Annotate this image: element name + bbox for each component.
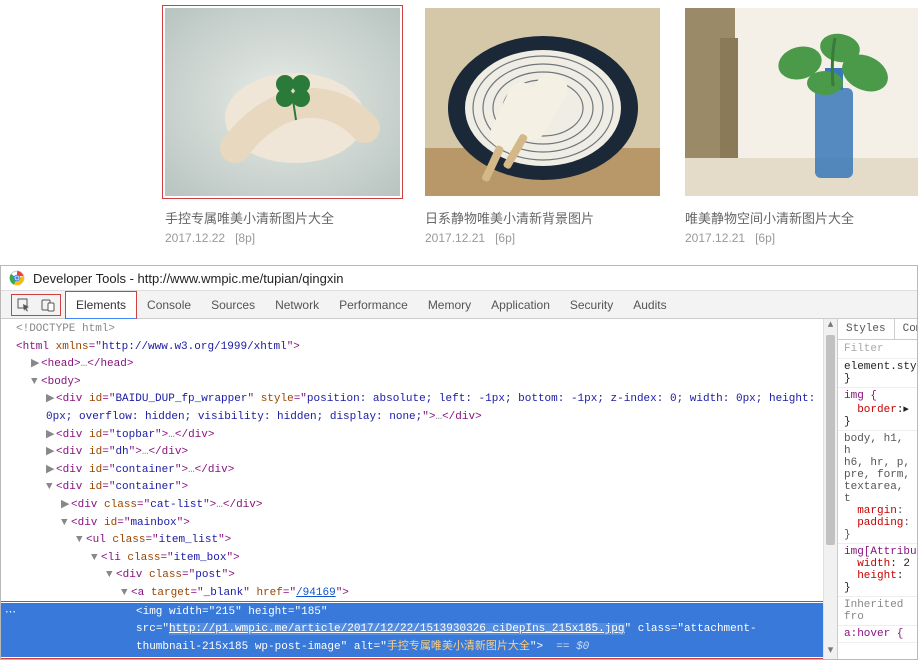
style-rule[interactable]: img[Attribu width: 2 height:}	[838, 544, 917, 597]
devtools-window: Developer Tools - http://www.wmpic.me/tu…	[0, 265, 918, 660]
device-icon	[41, 298, 55, 312]
inspect-element-button[interactable]	[12, 295, 36, 315]
tab-audits[interactable]: Audits	[623, 292, 676, 318]
devtools-body: <!DOCTYPE html> <html xmlns="http://www.…	[1, 319, 917, 659]
dom-html[interactable]: <html xmlns="http://www.w3.org/1999/xhtm…	[1, 339, 837, 357]
devtools-titlebar[interactable]: Developer Tools - http://www.wmpic.me/tu…	[1, 266, 917, 291]
gallery-caption: 日系静物唯美小清新背景图片 2017.12.21 [6p]	[425, 208, 660, 245]
tab-network[interactable]: Network	[265, 292, 329, 318]
gallery-thumb[interactable]	[165, 8, 400, 196]
styles-filter[interactable]: Filter	[838, 340, 917, 359]
gallery-thumb[interactable]	[425, 8, 660, 196]
dom-baidu-div[interactable]: ▶<div id="BAIDU_DUP_fp_wrapper" style="p…	[1, 391, 837, 426]
dom-body[interactable]: ▼<body>	[1, 374, 837, 392]
gallery-meta: 2017.12.22 [8p]	[165, 231, 400, 245]
dom-anchor-close[interactable]: </a>	[1, 657, 837, 659]
dom-head[interactable]: ▶<head>…</head>	[1, 356, 837, 374]
dom-catlist[interactable]: ▶<div class="cat-list">…</div>	[1, 497, 837, 515]
elements-tree[interactable]: <!DOCTYPE html> <html xmlns="http://www.…	[1, 319, 837, 659]
gallery-title[interactable]: 手控专属唯美小清新图片大全	[165, 208, 400, 227]
dom-anchor[interactable]: ▼<a target="_blank" href="/94169">	[1, 585, 837, 603]
image-gallery: 手控专属唯美小清新图片大全 2017.12.22 [8p]	[0, 0, 918, 265]
gallery-caption: 手控专属唯美小清新图片大全 2017.12.22 [8p]	[165, 208, 400, 245]
dom-img-selected[interactable]: ⋯ <img width="215" height="185" src="htt…	[1, 603, 837, 658]
tab-security[interactable]: Security	[560, 292, 623, 318]
dom-itembox[interactable]: ▼<li class="item_box">	[1, 550, 837, 568]
gallery-title[interactable]: 日系静物唯美小清新背景图片	[425, 208, 660, 227]
styles-tab-styles[interactable]: Styles	[838, 319, 895, 339]
inspect-cursor-icon	[17, 298, 31, 312]
style-rule[interactable]: a:hover {	[838, 626, 917, 643]
plant-bottle-image	[685, 8, 918, 196]
style-rule[interactable]: body, h1, h h6, hr, p, pre, form, textar…	[838, 431, 917, 544]
tab-console[interactable]: Console	[137, 292, 201, 318]
tab-elements[interactable]: Elements	[65, 291, 137, 320]
dom-itemlist[interactable]: ▼<ul class="item_list">	[1, 532, 837, 550]
gallery-item-2[interactable]: 日系静物唯美小清新背景图片 2017.12.21 [6p]	[425, 8, 660, 245]
clover-hand-image	[165, 8, 400, 196]
overflow-indicator: ⋯	[1, 605, 20, 623]
chrome-icon	[9, 270, 25, 286]
gallery-caption: 唯美静物空间小清新图片大全 2017.12.21 [6p]	[685, 208, 918, 245]
devtools-tabbar: Elements Console Sources Network Perform…	[1, 291, 917, 319]
scroll-thumb[interactable]	[826, 335, 835, 545]
devtools-title-text: Developer Tools - http://www.wmpic.me/tu…	[33, 271, 343, 286]
tab-sources[interactable]: Sources	[201, 292, 265, 318]
device-toggle-button[interactable]	[36, 295, 60, 315]
style-rule[interactable]: img { border:▸}	[838, 388, 917, 431]
tab-application[interactable]: Application	[481, 292, 560, 318]
tab-memory[interactable]: Memory	[418, 292, 481, 318]
styles-tabs: Styles Com	[838, 319, 917, 340]
style-inherited[interactable]: Inherited fro	[838, 597, 917, 626]
gallery-meta: 2017.12.21 [6p]	[685, 231, 918, 245]
gallery-item-3[interactable]: 唯美静物空间小清新图片大全 2017.12.21 [6p]	[685, 8, 918, 245]
scroll-down-button[interactable]: ▾	[824, 645, 837, 659]
dom-container2[interactable]: ▼<div id="container">	[1, 479, 837, 497]
dom-mainbox[interactable]: ▼<div id="mainbox">	[1, 515, 837, 533]
dom-topbar[interactable]: ▶<div id="topbar">…</div>	[1, 427, 837, 445]
elements-scrollbar[interactable]: ▴ ▾	[823, 319, 837, 659]
gallery-meta: 2017.12.21 [6p]	[425, 231, 660, 245]
style-rule[interactable]: element.sty}	[838, 359, 917, 388]
gallery-item-1[interactable]: 手控专属唯美小清新图片大全 2017.12.22 [8p]	[165, 8, 400, 245]
styles-panel: Styles Com Filter element.sty} img { bor…	[837, 319, 917, 659]
dom-dh[interactable]: ▶<div id="dh">…</div>	[1, 444, 837, 462]
scroll-up-button[interactable]: ▴	[824, 319, 837, 333]
inspect-tools	[11, 294, 61, 316]
dom-post[interactable]: ▼<div class="post">	[1, 567, 837, 585]
dom-container1[interactable]: ▶<div id="container">…</div>	[1, 462, 837, 480]
styles-tab-computed[interactable]: Com	[895, 319, 917, 339]
dom-doctype[interactable]: <!DOCTYPE html>	[1, 321, 837, 339]
popsicle-plate-image	[425, 8, 660, 196]
gallery-title[interactable]: 唯美静物空间小清新图片大全	[685, 208, 918, 227]
gallery-thumb[interactable]	[685, 8, 918, 196]
tab-performance[interactable]: Performance	[329, 292, 418, 318]
